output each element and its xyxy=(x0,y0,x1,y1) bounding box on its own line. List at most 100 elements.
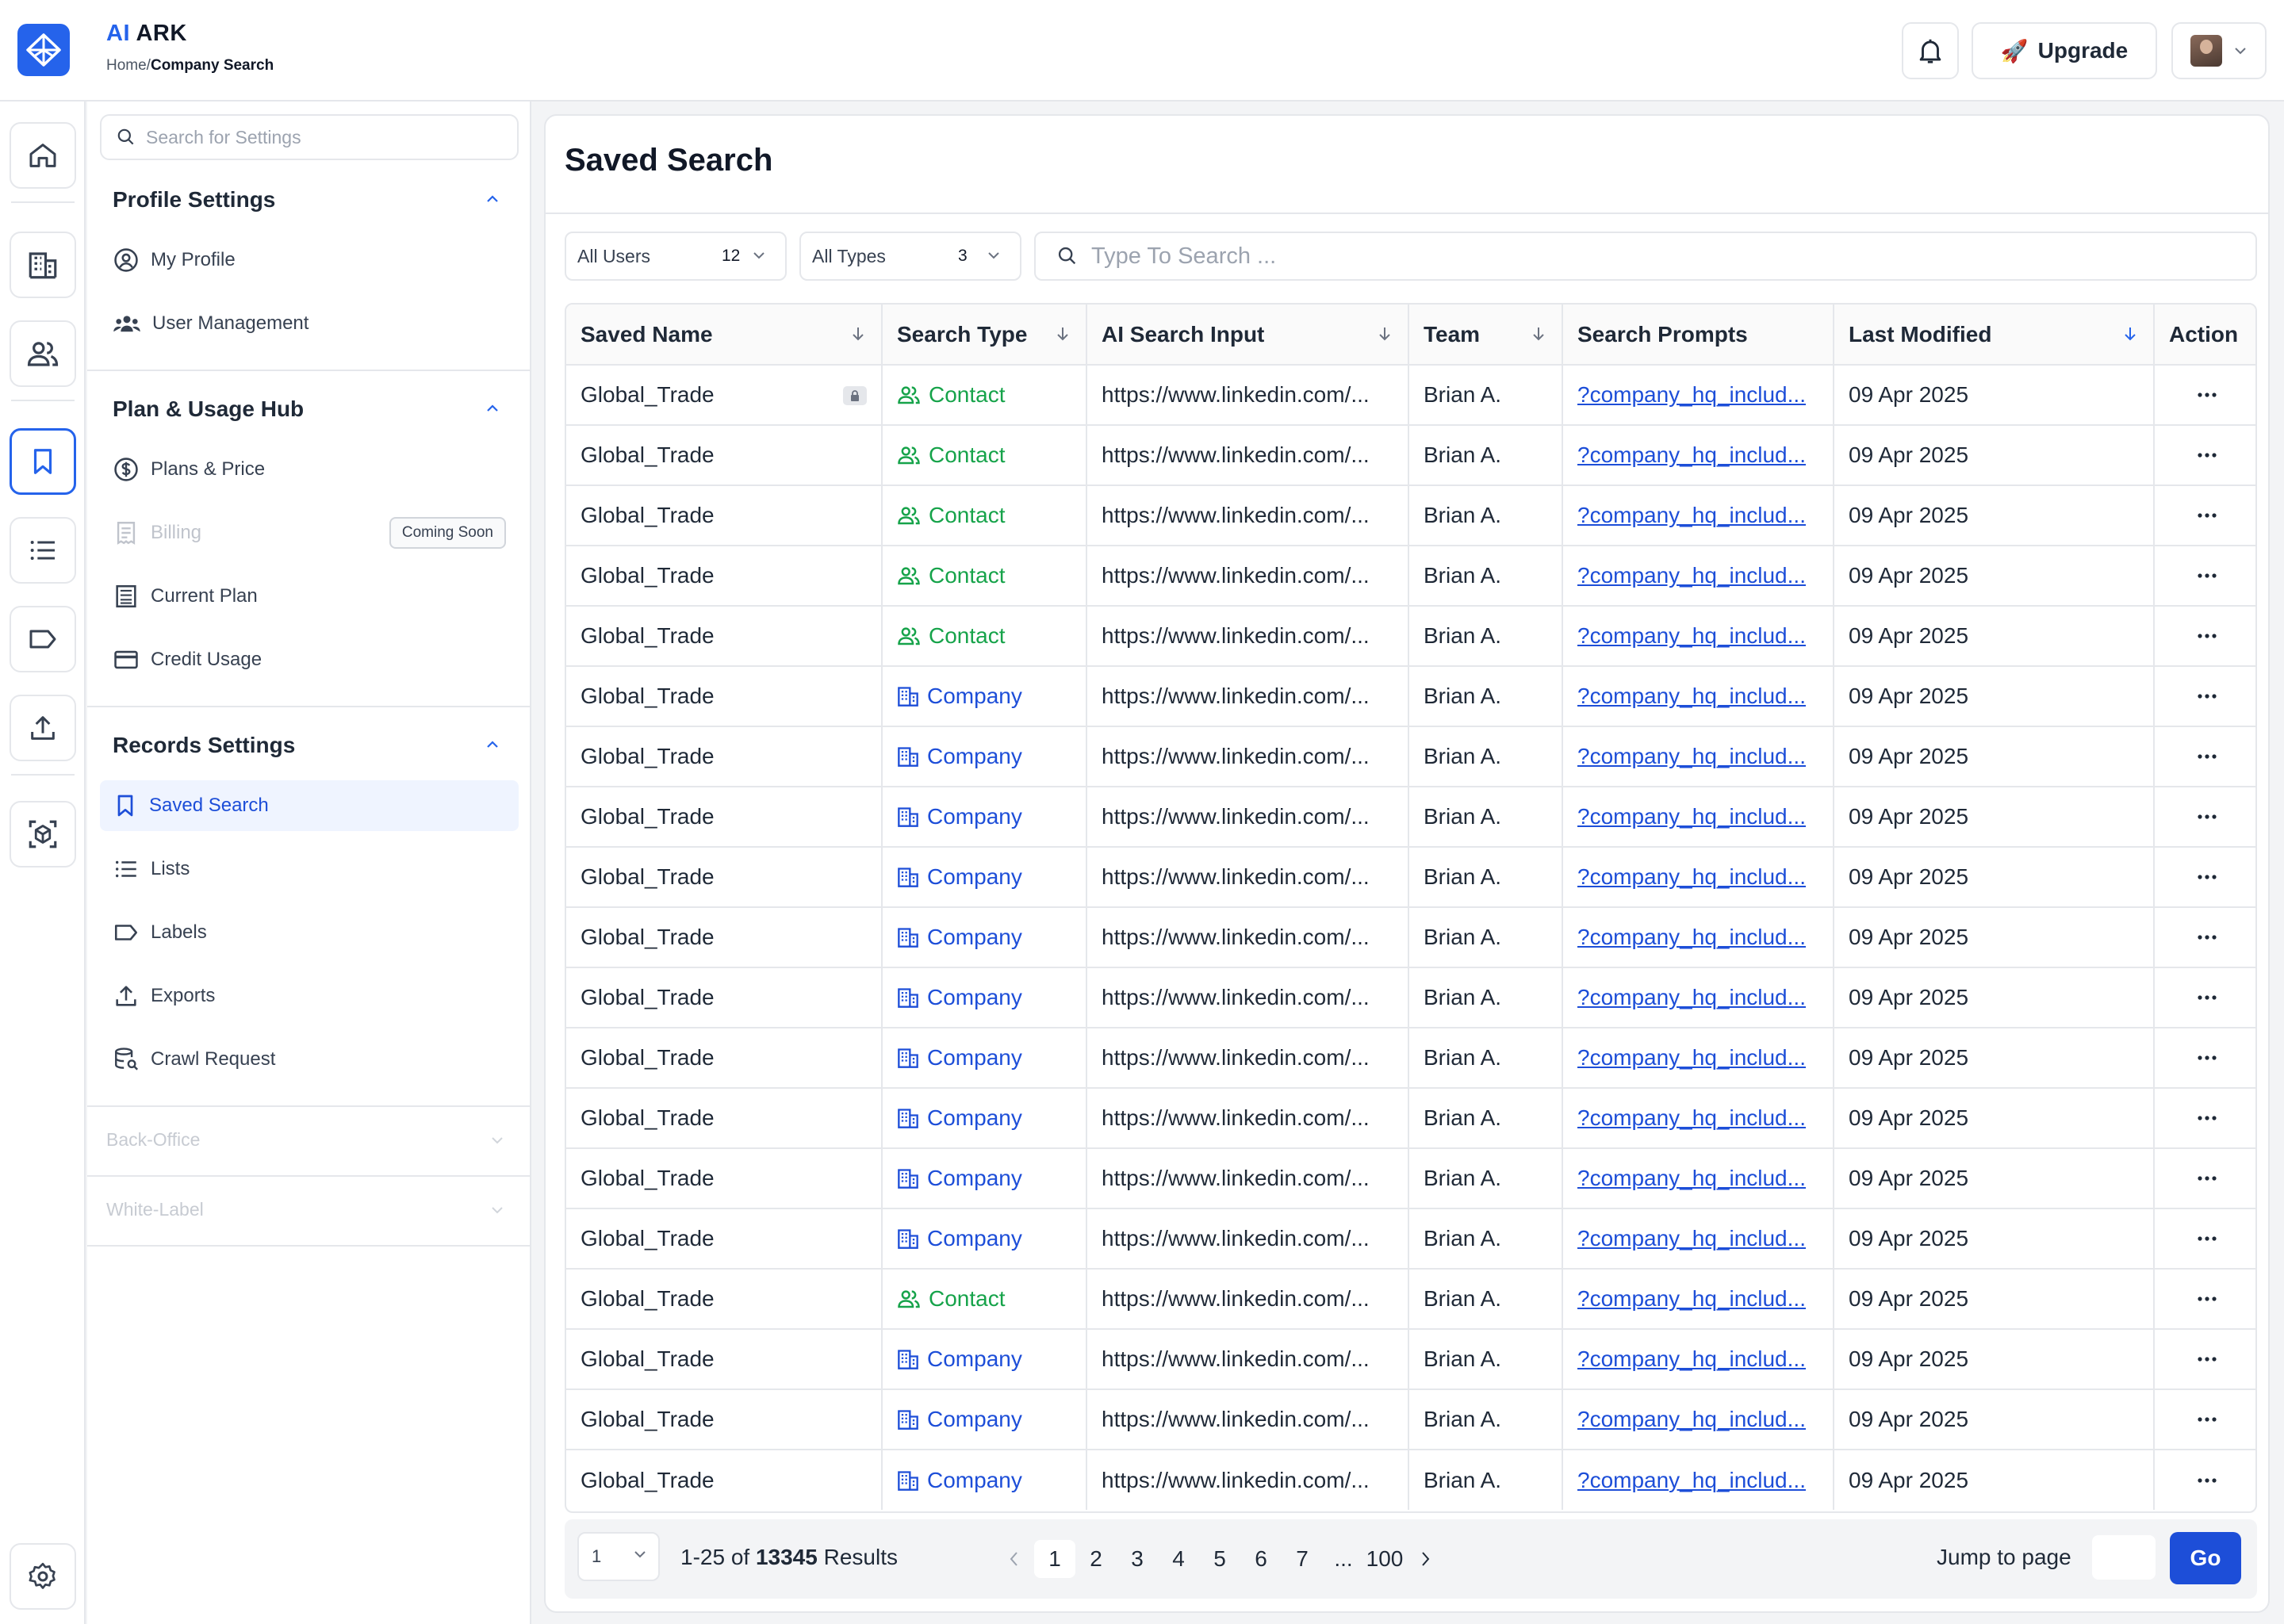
settings-item-my-profile[interactable]: My Profile xyxy=(100,235,519,285)
more-actions-button[interactable] xyxy=(2169,512,2255,519)
action-cell[interactable] xyxy=(2154,425,2255,486)
search-prompt-link[interactable]: ?company_hq_includ... xyxy=(1577,1166,1806,1190)
page-button[interactable]: 7 xyxy=(1282,1540,1323,1578)
more-actions-button[interactable] xyxy=(2169,1175,2255,1182)
table-search-input[interactable]: Type To Search ... xyxy=(1034,232,2257,281)
table-row[interactable]: Global_Trade Company https://www.linkedin.… xyxy=(566,1028,2255,1089)
search-prompt-link[interactable]: ?company_hq_includ... xyxy=(1577,1346,1806,1371)
more-actions-button[interactable] xyxy=(2169,392,2255,398)
action-cell[interactable] xyxy=(2154,1148,2255,1209)
action-cell[interactable] xyxy=(2154,1389,2255,1450)
search-prompt-link[interactable]: ?company_hq_includ... xyxy=(1577,563,1806,588)
go-button[interactable]: Go xyxy=(2170,1532,2241,1584)
settings-item-plans-price[interactable]: Plans & Price xyxy=(100,444,519,495)
table-row[interactable]: Global_Trade Company https://www.linkedin.… xyxy=(566,1329,2255,1390)
action-cell[interactable] xyxy=(2154,907,2255,968)
action-cell[interactable] xyxy=(2154,967,2255,1028)
action-cell[interactable] xyxy=(2154,1450,2255,1510)
settings-item-saved-search[interactable]: Saved Search xyxy=(100,780,519,831)
table-row[interactable]: Global_Trade Company https://www.linkedin.… xyxy=(566,666,2255,727)
search-prompt-link[interactable]: ?company_hq_includ... xyxy=(1577,684,1806,708)
rail-settings[interactable] xyxy=(10,1543,76,1610)
upgrade-button[interactable]: 🚀 Upgrade xyxy=(1972,22,2157,79)
action-cell[interactable] xyxy=(2154,666,2255,727)
search-prompt-link[interactable]: ?company_hq_includ... xyxy=(1577,1045,1806,1070)
more-actions-button[interactable] xyxy=(2169,1416,2255,1423)
more-actions-button[interactable] xyxy=(2169,693,2255,699)
collapse-plan-button[interactable] xyxy=(481,396,504,420)
more-actions-button[interactable] xyxy=(2169,1477,2255,1484)
more-actions-button[interactable] xyxy=(2169,452,2255,458)
table-row[interactable]: Global_Trade Company https://www.linkedin.… xyxy=(566,1148,2255,1209)
more-actions-button[interactable] xyxy=(2169,1356,2255,1362)
action-cell[interactable] xyxy=(2154,1329,2255,1390)
settings-item-exports[interactable]: Exports xyxy=(100,971,519,1021)
search-prompt-link[interactable]: ?company_hq_includ... xyxy=(1577,1407,1806,1431)
action-cell[interactable] xyxy=(2154,1208,2255,1270)
search-prompt-link[interactable]: ?company_hq_includ... xyxy=(1577,1105,1806,1130)
page-button[interactable]: 5 xyxy=(1199,1540,1240,1578)
more-actions-button[interactable] xyxy=(2169,1115,2255,1121)
table-row[interactable]: Global_Trade Company https://www.linkedin.… xyxy=(566,1088,2255,1149)
search-prompt-link[interactable]: ?company_hq_includ... xyxy=(1577,1226,1806,1251)
action-cell[interactable] xyxy=(2154,726,2255,787)
rail-companies[interactable] xyxy=(10,232,76,298)
collapse-profile-button[interactable] xyxy=(481,187,504,211)
table-row[interactable]: Global_Trade Contact https://www.linkedin.… xyxy=(566,365,2255,426)
prev-page-button[interactable] xyxy=(993,1540,1034,1578)
search-prompt-link[interactable]: ?company_hq_includ... xyxy=(1577,442,1806,467)
users-filter-dropdown[interactable]: All Users 12 xyxy=(565,232,787,281)
action-cell[interactable] xyxy=(2154,1088,2255,1149)
column-header[interactable]: Saved Name xyxy=(566,304,883,366)
settings-item-labels[interactable]: Labels xyxy=(100,907,519,958)
settings-item-crawl-request[interactable]: Crawl Request xyxy=(100,1034,519,1085)
table-row[interactable]: Global_Trade Company https://www.linkedin.… xyxy=(566,1450,2255,1510)
search-prompt-link[interactable]: ?company_hq_includ... xyxy=(1577,623,1806,648)
page-button[interactable]: 3 xyxy=(1117,1540,1158,1578)
action-cell[interactable] xyxy=(2154,606,2255,667)
breadcrumb-home[interactable]: Home/ xyxy=(106,57,151,74)
settings-item-credit-usage[interactable]: Credit Usage xyxy=(100,634,519,685)
rail-crawl[interactable] xyxy=(10,801,76,868)
table-row[interactable]: Global_Trade Contact https://www.linkedin.… xyxy=(566,1269,2255,1330)
action-cell[interactable] xyxy=(2154,1269,2255,1330)
table-row[interactable]: Global_Trade Contact https://www.linkedin.… xyxy=(566,485,2255,546)
settings-item-current-plan[interactable]: Current Plan xyxy=(100,571,519,622)
page-button[interactable]: 100 xyxy=(1364,1540,1405,1578)
action-cell[interactable] xyxy=(2154,787,2255,848)
table-row[interactable]: Global_Trade Company https://www.linkedin.… xyxy=(566,967,2255,1028)
table-row[interactable]: Global_Trade Company https://www.linkedin.… xyxy=(566,907,2255,968)
more-actions-button[interactable] xyxy=(2169,1055,2255,1061)
search-prompt-link[interactable]: ?company_hq_includ... xyxy=(1577,925,1806,949)
next-page-button[interactable] xyxy=(1405,1540,1447,1578)
more-actions-button[interactable] xyxy=(2169,1296,2255,1302)
collapse-records-button[interactable] xyxy=(481,733,504,756)
settings-search-input[interactable]: Search for Settings xyxy=(100,114,519,160)
rail-saved-search[interactable] xyxy=(10,428,76,495)
page-button[interactable]: 1 xyxy=(1034,1540,1075,1578)
settings-item-lists[interactable]: Lists xyxy=(100,844,519,894)
rail-lists[interactable] xyxy=(10,517,76,584)
page-button[interactable]: 4 xyxy=(1158,1540,1199,1578)
page-button[interactable]: 2 xyxy=(1075,1540,1117,1578)
table-row[interactable]: Global_Trade Company https://www.linkedin.… xyxy=(566,847,2255,908)
types-filter-dropdown[interactable]: All Types 3 xyxy=(799,232,1021,281)
settings-item-user-management[interactable]: User Management xyxy=(100,298,519,349)
more-actions-button[interactable] xyxy=(2169,633,2255,639)
more-actions-button[interactable] xyxy=(2169,573,2255,579)
more-actions-button[interactable] xyxy=(2169,874,2255,880)
more-actions-button[interactable] xyxy=(2169,934,2255,940)
more-actions-button[interactable] xyxy=(2169,753,2255,760)
table-row[interactable]: Global_Trade Company https://www.linkedin.… xyxy=(566,726,2255,787)
page-button[interactable]: 6 xyxy=(1240,1540,1282,1578)
action-cell[interactable] xyxy=(2154,847,2255,908)
action-cell[interactable] xyxy=(2154,1028,2255,1089)
table-row[interactable]: Global_Trade Contact https://www.linkedin.… xyxy=(566,546,2255,607)
column-header[interactable]: Team xyxy=(1408,304,1563,366)
table-row[interactable]: Global_Trade Contact https://www.linkedin.… xyxy=(566,425,2255,486)
table-row[interactable]: Global_Trade Company https://www.linkedin.… xyxy=(566,787,2255,848)
column-header[interactable]: Search Type xyxy=(882,304,1087,366)
table-row[interactable]: Global_Trade Company https://www.linkedin.… xyxy=(566,1389,2255,1450)
search-prompt-link[interactable]: ?company_hq_includ... xyxy=(1577,382,1806,407)
column-header[interactable]: AI Search Input xyxy=(1086,304,1409,366)
